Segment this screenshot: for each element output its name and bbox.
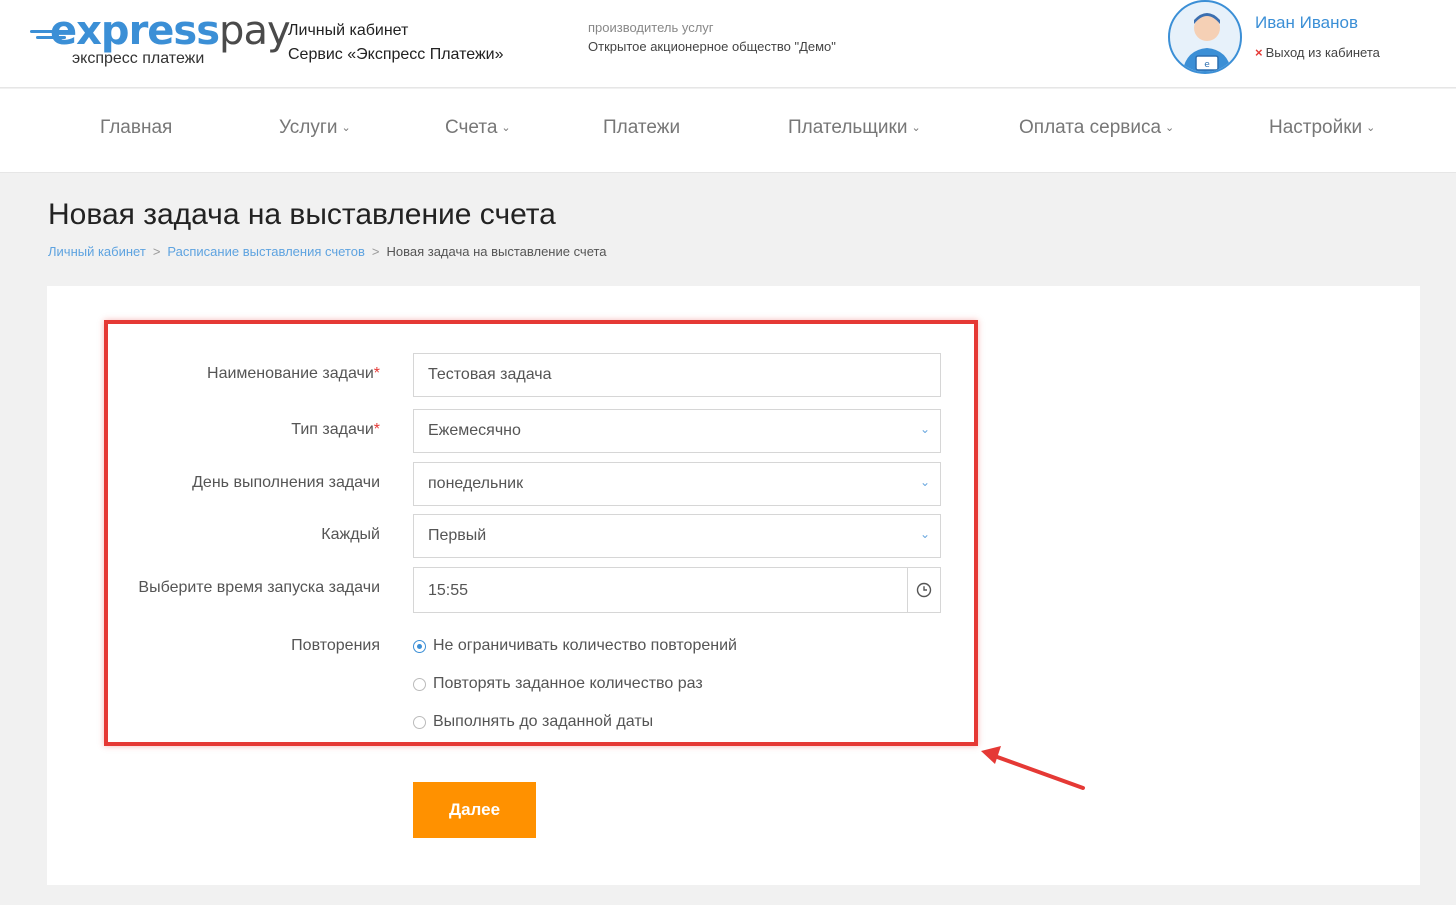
provider-org: Открытое акционерное общество "Демо" [588,39,836,54]
user-avatar[interactable]: e [1168,0,1242,74]
breadcrumb-item-cabinet[interactable]: Личный кабинет [48,244,146,259]
breadcrumb-separator: > [152,244,161,259]
nav-item-invoices[interactable]: Счета ⌄ [445,117,511,139]
logout-label: Выход из кабинета [1265,45,1380,60]
nav-item-services[interactable]: Услуги ⌄ [279,117,351,139]
provider-caption: производитель услуг [588,20,714,35]
svg-text:e: e [1204,60,1210,70]
nav-item-service-payment[interactable]: Оплата сервиса ⌄ [1019,117,1174,139]
nav-item-settings[interactable]: Настройки ⌄ [1269,117,1375,139]
provider-info: производитель услуг Открытое акционерное… [588,18,836,56]
chevron-down-icon: ⌄ [341,122,351,134]
annotation-arrow-icon [981,746,1085,790]
expresspay-logo[interactable]: expresspay экспресс платежи [30,8,291,78]
breadcrumb-item-schedule[interactable]: Расписание выставления счетов [167,244,364,259]
user-icon: e [1182,13,1232,72]
close-icon: × [1255,45,1263,60]
user-name[interactable]: Иван Иванов [1255,13,1358,33]
chevron-down-icon: ⌄ [911,122,921,134]
breadcrumb-item-current: Новая задача на выставление счета [386,244,607,259]
annotation-highlight-box [104,320,978,746]
chevron-down-icon: ⌄ [1366,122,1376,134]
nav-item-payers[interactable]: Плательщики ⌄ [788,117,921,139]
main-nav: Главная Услуги ⌄ Счета ⌄ Платежи Плательщи… [0,89,1456,173]
chevron-down-icon: ⌄ [501,122,511,134]
logo-wordmark: expresspay [50,8,291,54]
chevron-down-icon: ⌄ [1165,122,1175,134]
cabinet-line1: Личный кабинет [288,22,409,39]
logout-link[interactable]: × Выход из кабинета [1255,45,1380,60]
breadcrumb-separator: > [371,244,380,259]
cabinet-line2: Сервис «Экспресс Платежи» [288,46,504,63]
logo-subtitle: экспресс платежи [72,50,205,67]
nav-item-payments[interactable]: Платежи [603,117,680,139]
next-button[interactable]: Далее [413,782,536,838]
nav-item-home[interactable]: Главная [100,117,172,139]
cabinet-title: Личный кабинет Сервис «Экспресс Платежи» [288,19,504,67]
header: expresspay экспресс платежи Личный кабин… [0,0,1456,88]
breadcrumb: Личный кабинет > Расписание выставления сч… [48,244,607,259]
page-title: Новая задача на выставление счета [48,198,556,231]
